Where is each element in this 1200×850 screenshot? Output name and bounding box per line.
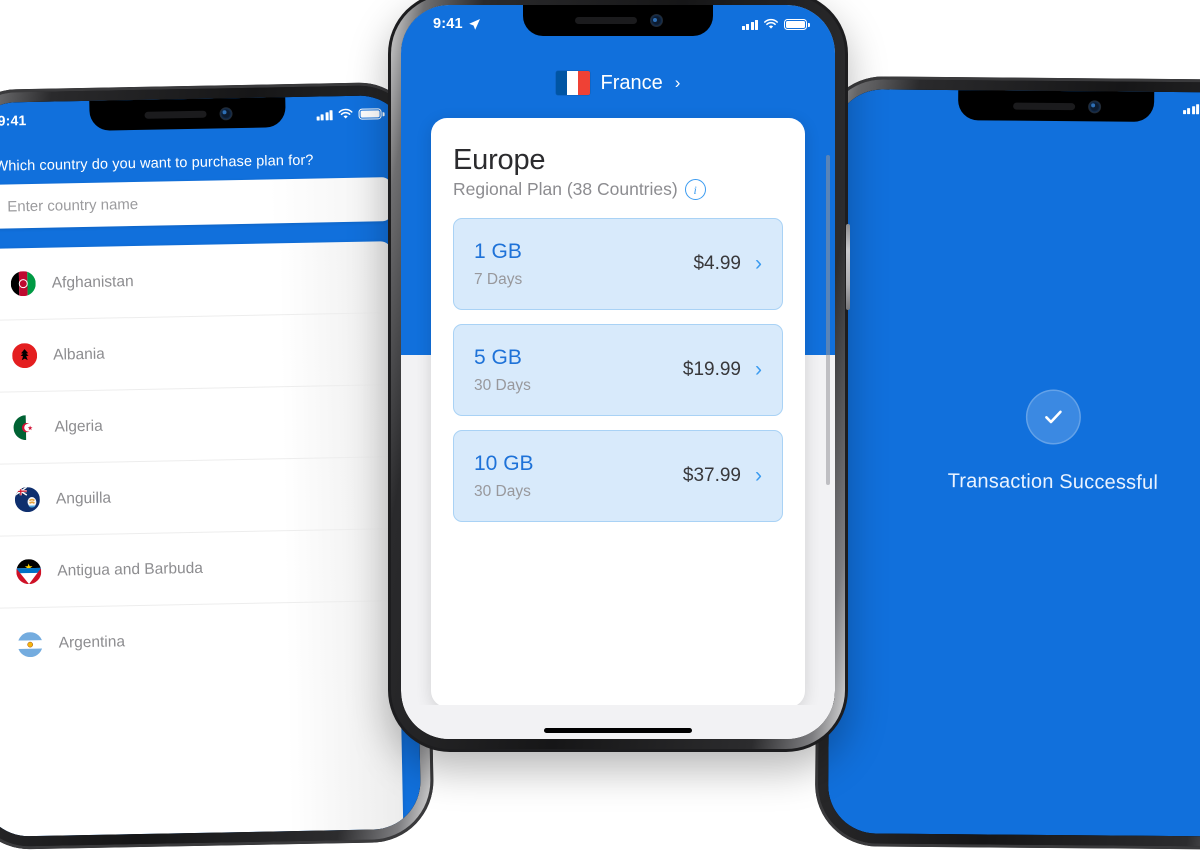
plan-region-subtitle-row: Regional Plan (38 Countries) i: [453, 179, 783, 200]
country-name: Antigua and Barbuda: [57, 559, 204, 580]
plan-price: $19.99: [682, 359, 741, 380]
battery-icon: [784, 19, 810, 30]
chevron-right-icon: ›: [755, 464, 762, 487]
transaction-success-message: Transaction Successful: [947, 470, 1159, 494]
center-status-indicators: [741, 18, 810, 30]
home-indicator[interactable]: [544, 728, 692, 733]
country-search-placeholder: Enter country name: [7, 195, 139, 215]
flag-argentina-icon: [17, 631, 43, 657]
center-status-bar: 9:41: [401, 5, 835, 32]
plan-option-row[interactable]: 1 GB 7 Days $4.99 ›: [453, 218, 783, 310]
country-list[interactable]: Afghanistan Albania Algeria Anguilla Ant…: [0, 241, 405, 838]
center-bottom-safe-area: [401, 705, 835, 739]
plan-option-row[interactable]: 5 GB 30 Days $19.99 ›: [453, 324, 783, 416]
wifi-icon: [764, 18, 778, 29]
plan-data-amount: 5 GB: [474, 345, 522, 369]
plan-data-amount: 1 GB: [474, 239, 522, 263]
plan-list-scrollbar[interactable]: [826, 155, 830, 485]
chevron-right-icon: ›: [674, 73, 681, 92]
country-name: Albania: [52, 345, 106, 364]
power-button[interactable]: [846, 224, 850, 310]
list-item[interactable]: Algeria: [0, 385, 397, 465]
plan-region-subtitle: Regional Plan (38 Countries): [453, 179, 678, 199]
country-name: Argentina: [58, 633, 126, 652]
center-status-time: 9:41: [433, 16, 481, 32]
left-status-time: 9:41: [0, 112, 27, 129]
cellular-bars-icon: [741, 20, 758, 30]
country-name: Algeria: [54, 417, 103, 436]
plan-option-left: 1 GB 7 Days: [474, 240, 522, 289]
transaction-success-panel: Transaction Successful: [831, 389, 1200, 496]
center-phone-bezel: 9:41 France › Europe Regional Plan (38 C…: [401, 5, 835, 739]
info-circle-icon[interactable]: i: [684, 179, 706, 200]
chevron-right-icon: ›: [755, 358, 762, 381]
left-phone-screen: 9:41 Which country do you want to purcha…: [0, 94, 422, 838]
left-phone-device: 9:41 Which country do you want to purcha…: [0, 81, 435, 850]
flag-france-icon: [555, 71, 590, 95]
right-status-indicators: [1182, 102, 1200, 115]
chevron-right-icon: ›: [755, 252, 762, 275]
right-phone-bezel: Transaction Successful: [827, 89, 1200, 837]
plan-duration: 30 Days: [474, 482, 531, 500]
location-arrow-icon: [469, 18, 480, 30]
plan-card: Europe Regional Plan (38 Countries) i 1 …: [431, 118, 805, 707]
list-item[interactable]: Albania: [0, 313, 395, 393]
phone-mockup-stage: 9:41 Which country do you want to purcha…: [0, 0, 1200, 850]
flag-afghanistan-icon: [10, 270, 37, 297]
flag-albania-icon: [11, 342, 38, 369]
country-name: Afghanistan: [51, 272, 134, 292]
center-phone-screen: 9:41 France › Europe Regional Plan (38 C…: [401, 5, 835, 739]
plan-duration: 7 Days: [474, 270, 523, 288]
plan-price: $37.99: [682, 465, 741, 486]
flag-antigua-and-barbuda-icon: [16, 558, 42, 585]
list-item[interactable]: Argentina: [0, 601, 400, 681]
flag-algeria-icon: [13, 414, 39, 441]
plan-region-title: Europe: [453, 144, 546, 176]
country-name: Anguilla: [55, 489, 112, 508]
cellular-bars-icon: [316, 110, 333, 121]
plan-option-row[interactable]: 10 GB 30 Days $37.99 ›: [453, 430, 783, 522]
left-phone-bezel: 9:41 Which country do you want to purcha…: [0, 94, 422, 838]
plan-duration: 30 Days: [474, 376, 531, 394]
cellular-bars-icon: [1182, 104, 1200, 115]
plan-option-left: 10 GB 30 Days: [474, 452, 534, 501]
plan-price: $4.99: [693, 253, 741, 274]
flag-anguilla-icon: [14, 486, 41, 513]
center-phone-device: 9:41 France › Europe Regional Plan (38 C…: [388, 0, 850, 752]
right-phone-device: Transaction Successful: [814, 75, 1200, 850]
country-selector-button[interactable]: France ›: [401, 71, 835, 95]
plan-option-right: $4.99 ›: [693, 252, 762, 276]
check-circle-icon: [1027, 390, 1080, 444]
right-phone-screen: Transaction Successful: [827, 89, 1200, 837]
list-item[interactable]: Afghanistan: [0, 241, 394, 321]
left-status-indicators: [316, 107, 382, 121]
plan-option-right: $19.99 ›: [683, 358, 762, 382]
selected-country-label: France: [600, 71, 663, 94]
plan-option-left: 5 GB 30 Days: [474, 346, 531, 395]
country-question-label: Which country do you want to purchase pl…: [0, 152, 314, 175]
list-item[interactable]: Anguilla: [0, 457, 398, 537]
plan-data-amount: 10 GB: [474, 451, 534, 475]
list-item[interactable]: Antigua and Barbuda: [0, 529, 399, 609]
battery-icon: [358, 108, 382, 120]
right-status-bar: [834, 89, 1200, 115]
country-search-input[interactable]: Enter country name: [0, 177, 392, 229]
wifi-icon: [338, 108, 353, 119]
plan-option-right: $37.99 ›: [683, 464, 762, 488]
